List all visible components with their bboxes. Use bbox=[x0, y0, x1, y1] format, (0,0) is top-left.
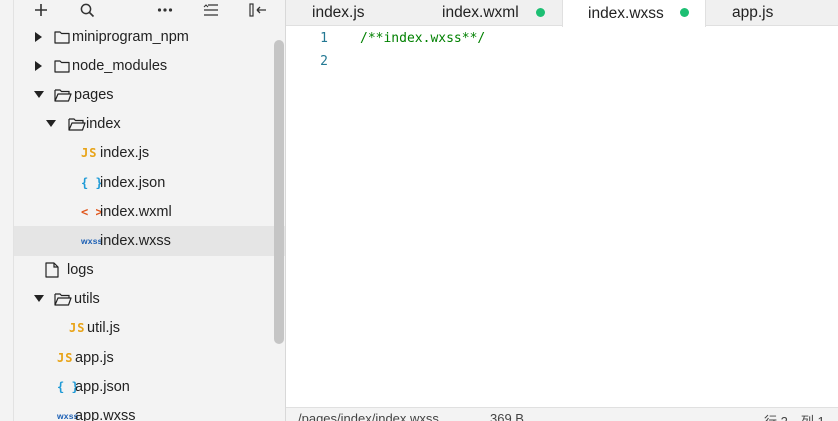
tree-item-label: index.wxss bbox=[100, 232, 171, 249]
folder-open-icon bbox=[68, 117, 86, 131]
editor-tabs: index.js index.wxml index.wxss app.js bbox=[286, 0, 838, 27]
code-text: /**index.wxss**/ bbox=[360, 31, 486, 46]
tree-item[interactable]: < > index.wxml bbox=[14, 197, 285, 226]
status-file-size: 369 B bbox=[490, 411, 524, 421]
modified-dot-icon bbox=[680, 8, 689, 17]
explorer-toolbar bbox=[14, 0, 285, 22]
tab-label: index.js bbox=[312, 4, 365, 21]
tree-item-label: node_modules bbox=[72, 57, 168, 74]
tree-item[interactable]: node_modules bbox=[14, 51, 285, 80]
file-icon-text: JS bbox=[81, 146, 98, 161]
code-line: 2 bbox=[286, 50, 838, 73]
js-file-icon: JS bbox=[57, 351, 73, 365]
explorer-scrollbar[interactable] bbox=[274, 40, 284, 344]
tab-label: app.js bbox=[732, 4, 774, 21]
folder-open-icon bbox=[54, 88, 72, 102]
folder-icon bbox=[54, 30, 70, 44]
status-file-path: /pages/index/index.wxss bbox=[298, 411, 439, 421]
tree-item[interactable]: pages bbox=[14, 80, 285, 109]
modified-dot-icon bbox=[536, 8, 545, 17]
tree-item-label: miniprogram_npm bbox=[72, 28, 189, 45]
file-tree: miniprogram_npm node_modules pages index JS i… bbox=[14, 22, 285, 421]
file-explorer: miniprogram_npm node_modules pages index JS i… bbox=[0, 0, 286, 421]
tree-item-label: utils bbox=[74, 291, 100, 308]
tree-item-label: util.js bbox=[87, 320, 121, 337]
folder-icon bbox=[54, 59, 70, 73]
tree-item[interactable]: JS app.js bbox=[14, 343, 285, 372]
tab-label: index.wxml bbox=[442, 4, 519, 21]
tree-item-label: index.wxml bbox=[100, 203, 172, 220]
tree-item[interactable]: JS index.js bbox=[14, 139, 285, 168]
chevron-down-icon[interactable] bbox=[34, 294, 44, 304]
code-editor: index.js index.wxml index.wxss app.js 1 … bbox=[286, 0, 838, 421]
tab-index-wxml[interactable]: index.wxml bbox=[416, 0, 556, 26]
chevron-right-icon[interactable] bbox=[34, 60, 44, 71]
chevron-down-icon[interactable] bbox=[46, 119, 56, 129]
file-icon bbox=[45, 262, 59, 278]
tree-item-label: index.js bbox=[100, 145, 150, 162]
tree-item-label: index bbox=[86, 116, 121, 133]
collapse-all-icon[interactable] bbox=[202, 0, 220, 20]
file-icon-text: JS bbox=[57, 350, 74, 365]
tree-item-label: app.js bbox=[75, 349, 114, 366]
tree-item[interactable]: utils bbox=[14, 285, 285, 314]
tree-item[interactable]: miniprogram_npm bbox=[14, 22, 285, 51]
activity-strip bbox=[0, 0, 14, 421]
line-number: 2 bbox=[320, 54, 328, 69]
tree-item-label: app.json bbox=[75, 378, 130, 395]
code-line: 1 /**index.wxss**/ bbox=[286, 27, 838, 50]
chevron-down-icon[interactable] bbox=[34, 90, 44, 100]
plus-icon[interactable] bbox=[32, 0, 50, 20]
tab-label: index.wxss bbox=[588, 4, 664, 22]
status-cursor-position: 行 2，列 1 bbox=[764, 411, 825, 421]
more-icon[interactable] bbox=[156, 0, 174, 20]
tree-item[interactable]: index bbox=[14, 110, 285, 139]
file-icon-text: JS bbox=[69, 321, 86, 336]
tree-item[interactable]: logs bbox=[14, 256, 285, 285]
chevron-right-icon[interactable] bbox=[34, 31, 44, 42]
line-number: 1 bbox=[320, 31, 328, 46]
tree-item[interactable]: { } index.json bbox=[14, 168, 285, 197]
tab-index-js[interactable]: index.js bbox=[286, 0, 396, 26]
folder-open-icon bbox=[54, 292, 72, 306]
tree-item[interactable]: wxss app.wxss bbox=[14, 401, 285, 421]
hide-sidebar-icon[interactable] bbox=[248, 0, 268, 20]
code-area[interactable]: 1 /**index.wxss**/ 2 bbox=[286, 27, 838, 73]
js-file-icon: JS bbox=[81, 146, 97, 160]
tree-item-label: logs bbox=[67, 262, 94, 279]
js-file-icon: JS bbox=[69, 321, 85, 335]
tab-index-wxss[interactable]: index.wxss bbox=[562, 0, 706, 27]
tree-item-label: index.json bbox=[100, 174, 166, 191]
status-bar: /pages/index/index.wxss 369 B 行 2，列 1 bbox=[286, 407, 838, 421]
tree-item-label: app.wxss bbox=[75, 408, 136, 421]
search-icon[interactable] bbox=[78, 0, 96, 20]
tree-item[interactable]: JS util.js bbox=[14, 314, 285, 343]
tree-item-label: pages bbox=[74, 86, 114, 103]
tab-app-js[interactable]: app.js bbox=[706, 0, 816, 26]
tree-item[interactable]: { } app.json bbox=[14, 372, 285, 401]
tree-item[interactable]: wxss index.wxss bbox=[14, 226, 285, 256]
